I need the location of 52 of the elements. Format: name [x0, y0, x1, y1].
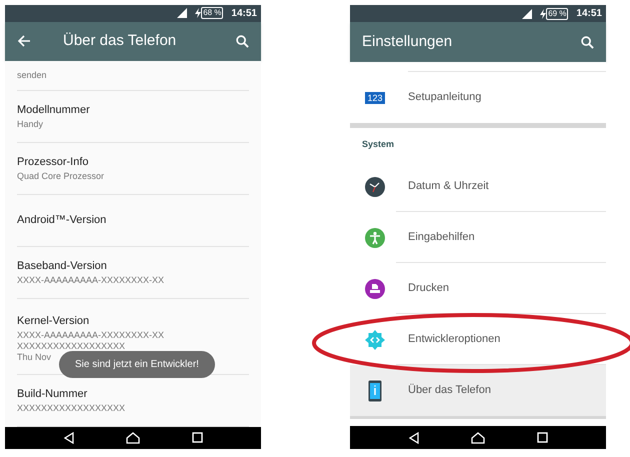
recents-icon[interactable]	[192, 432, 204, 444]
printer-icon	[365, 278, 385, 298]
section-header: System	[362, 138, 394, 151]
battery-level: 68 %	[201, 7, 224, 20]
settings-label: Datum & Uhrzeit	[408, 178, 489, 194]
home-icon[interactable]	[126, 432, 140, 444]
setting-value: Thu Nov	[17, 352, 52, 363]
setting-value: senden	[17, 70, 48, 81]
settings-item[interactable]: Drucken	[350, 263, 606, 314]
clock-time: 14:51	[231, 6, 257, 21]
setting-value: XXXX-AAAAAAAAA-XXXXXXXX-XX	[17, 274, 166, 286]
charging-icon	[195, 8, 202, 18]
charging-icon	[540, 8, 546, 18]
setting-title: Prozessor-Info	[17, 155, 90, 170]
back-arrow-icon[interactable]	[17, 34, 31, 48]
accessibility-icon	[365, 228, 385, 248]
search-icon[interactable]	[581, 36, 594, 48]
clock-time: 14:51	[576, 7, 602, 21]
settings-item[interactable]: 123 Setupanleitung	[350, 72, 606, 123]
phone-info-icon	[368, 380, 382, 402]
numbers-icon: 123	[365, 92, 385, 104]
setting-value: XXXXXXXXXXXXXXXXXX	[17, 340, 126, 352]
battery-level: 69 %	[546, 8, 568, 20]
clock-icon	[365, 176, 385, 196]
developer-gear-icon	[365, 330, 385, 350]
settings-label: Drucken	[408, 280, 449, 296]
setting-title: Kernel-Version	[17, 314, 90, 330]
back-icon[interactable]	[408, 432, 420, 444]
screen-title: Einstellungen	[362, 32, 454, 52]
signal-icon	[522, 8, 532, 18]
settings-item[interactable]: Datum & Uhrzeit	[350, 161, 606, 212]
home-icon[interactable]	[471, 432, 486, 444]
settings-label: Entwickleroptionen	[408, 332, 500, 347]
setting-title: Build-Nummer	[17, 387, 88, 402]
settings-item[interactable]: Über das Telefon	[350, 365, 606, 416]
signal-icon	[177, 8, 188, 18]
setting-title: Modellnummer	[17, 103, 91, 118]
recents-icon[interactable]	[537, 432, 548, 443]
setting-value: XXXXXXXXXXXXXXXXXX	[17, 402, 126, 414]
settings-label: Setupanleitung	[408, 90, 482, 106]
setting-title: Android™-Version	[17, 212, 108, 228]
settings-item[interactable]: Eingabehilfen	[350, 212, 606, 263]
setting-value: XXXX-AAAAAAAAA-XXXXXXXX-XX	[17, 330, 166, 341]
search-icon[interactable]	[236, 34, 249, 48]
toast-message: Sie sind jetzt ein Entwickler!	[59, 350, 215, 378]
settings-label: Über das Telefon	[408, 382, 491, 398]
setting-value: Quad Core Prozessor	[17, 170, 106, 182]
settings-label: Eingabehilfen	[408, 230, 475, 245]
screen-title: Über das Telefon	[63, 30, 178, 51]
setting-value: Handy	[17, 118, 44, 130]
setting-title: Baseband-Version	[17, 259, 108, 274]
back-icon[interactable]	[62, 432, 75, 444]
